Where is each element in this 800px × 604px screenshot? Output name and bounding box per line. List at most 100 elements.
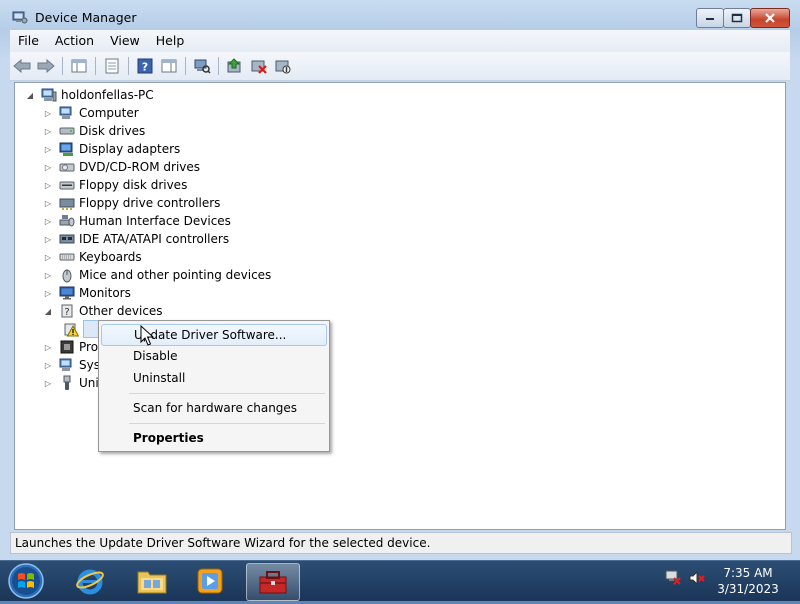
computer-icon: [41, 88, 57, 102]
tree-item-disk-drives[interactable]: ▷ Disk drives: [43, 122, 145, 140]
toolbar-separator: [185, 57, 186, 75]
scan-hardware-button[interactable]: [192, 56, 212, 76]
taskbar-media-player[interactable]: [184, 563, 236, 599]
expand-arrow-icon[interactable]: ▷: [43, 234, 53, 244]
tree-item-monitors[interactable]: ▷ Monitors: [43, 284, 131, 302]
expand-arrow-icon[interactable]: ▷: [43, 288, 53, 298]
close-icon: [765, 13, 775, 23]
tree-item-label: Human Interface Devices: [79, 214, 231, 228]
uninstall-button[interactable]: [249, 56, 269, 76]
expand-arrow-icon[interactable]: ▷: [43, 342, 53, 352]
expand-arrow-icon[interactable]: ▷: [43, 378, 53, 388]
tree-item-floppy-disk-drives[interactable]: ▷ Floppy disk drives: [43, 176, 187, 194]
ctx-separator: [129, 423, 325, 424]
expand-arrow-icon[interactable]: ▷: [43, 198, 53, 208]
tree-item-floppy-drive-controllers[interactable]: ▷ Floppy drive controllers: [43, 194, 220, 212]
taskbar-device-manager[interactable]: [246, 563, 300, 601]
unknown-device-icon: ?: [61, 304, 73, 318]
network-warning-icon[interactable]: [664, 569, 682, 587]
ctx-properties[interactable]: Properties: [101, 427, 325, 449]
forward-button[interactable]: [36, 56, 56, 76]
title-bar[interactable]: Device Manager: [0, 0, 800, 34]
menu-file[interactable]: File: [10, 31, 47, 51]
status-bar: Launches the Update Driver Software Wiza…: [10, 532, 792, 554]
tree-item-processors[interactable]: ▷ Proc: [43, 338, 105, 356]
close-button[interactable]: [750, 8, 790, 28]
action-pane-button[interactable]: [159, 56, 179, 76]
display-adapter-icon: [59, 142, 73, 156]
tree-root[interactable]: ◢ holdonfellas-PC: [25, 86, 154, 104]
collapse-arrow-icon[interactable]: ◢: [43, 306, 53, 316]
volume-muted-icon[interactable]: [688, 569, 706, 587]
tree-item-mice[interactable]: ▷ Mice and other pointing devices: [43, 266, 271, 284]
expand-arrow-icon[interactable]: ▷: [43, 216, 53, 226]
ctx-label: Disable: [133, 349, 178, 363]
expand-arrow-icon[interactable]: ▷: [43, 270, 53, 280]
ctx-disable[interactable]: Disable: [101, 345, 325, 367]
media-player-icon: [197, 568, 223, 594]
back-button[interactable]: [12, 56, 32, 76]
expand-arrow-icon[interactable]: ▷: [43, 180, 53, 190]
tree-item-dvd-cd-rom-drives[interactable]: ▷ DVD/CD-ROM drives: [43, 158, 200, 176]
toolbar: ?: [10, 52, 790, 81]
update-driver-icon: [227, 58, 241, 73]
disable-button[interactable]: [273, 56, 293, 76]
device-tree-pane[interactable]: ◢ holdonfellas-PC ▷ Computer ▷ Disk driv…: [14, 82, 786, 530]
taskbar: 7:35 AM 3/31/2023: [0, 560, 800, 601]
help-toolbar-button[interactable]: ?: [135, 56, 155, 76]
tree-item-human-interface-devices[interactable]: ▷ Human Interface Devices: [43, 212, 231, 230]
tree-item-usb-controllers[interactable]: ▷ Univ: [43, 374, 106, 392]
show-hide-console-tree-button[interactable]: [69, 56, 89, 76]
expand-arrow-icon[interactable]: ▷: [43, 126, 53, 136]
tree-item-label: Floppy drive controllers: [79, 196, 221, 210]
mouse-icon: [62, 269, 72, 283]
menu-view[interactable]: View: [102, 31, 148, 51]
monitor-icon: [59, 286, 75, 300]
ctx-uninstall[interactable]: Uninstall: [101, 367, 325, 389]
tree-item-keyboards[interactable]: ▷ Keyboards: [43, 248, 142, 266]
tree-item-other-devices[interactable]: ◢ ? Other devices: [43, 302, 163, 320]
menu-action[interactable]: Action: [47, 31, 102, 51]
collapse-arrow-icon[interactable]: ◢: [25, 90, 35, 100]
ctx-scan-hardware[interactable]: Scan for hardware changes: [101, 397, 325, 419]
system-tray: [664, 569, 706, 587]
expand-arrow-icon[interactable]: ▷: [43, 108, 53, 118]
minimize-button[interactable]: [696, 8, 724, 28]
tree-item-system-devices[interactable]: ▷ Syst: [43, 356, 105, 374]
ctx-update-driver-software[interactable]: Update Driver Software...: [101, 324, 327, 346]
tree-item-label: Disk drives: [79, 124, 146, 138]
scan-hardware-icon: [194, 59, 211, 74]
update-driver-button[interactable]: [225, 56, 245, 76]
warning-device-icon: [64, 323, 79, 337]
tree-root-label: holdonfellas-PC: [61, 88, 154, 102]
clock-time: 7:35 AM: [723, 566, 773, 580]
expand-arrow-icon[interactable]: ▷: [43, 360, 53, 370]
maximize-button[interactable]: [723, 8, 751, 28]
clock-date: 3/31/2023: [717, 582, 779, 596]
clock[interactable]: 7:35 AM 3/31/2023: [706, 565, 790, 597]
floppy-controller-icon: [59, 198, 75, 210]
hid-icon: [59, 215, 75, 227]
folder-icon: [137, 571, 167, 594]
console-tree-icon: [71, 59, 87, 73]
maximize-icon: [731, 13, 743, 23]
expand-arrow-icon[interactable]: ▷: [43, 162, 53, 172]
tree-item-label: Monitors: [79, 286, 131, 300]
tree-item-ide-ata-atapi-controllers[interactable]: ▷ IDE ATA/ATAPI controllers: [43, 230, 229, 248]
properties-toolbar-button[interactable]: [102, 56, 122, 76]
windows-orb-icon: [8, 563, 44, 599]
menu-bar: File Action View Help: [10, 30, 790, 52]
toolbar-separator: [62, 57, 63, 75]
tree-item-display-adapters[interactable]: ▷ Display adapters: [43, 140, 180, 158]
device-manager-window: Device Manager File Action View Help ? ◢…: [0, 0, 800, 560]
tree-item-label: IDE ATA/ATAPI controllers: [79, 232, 230, 246]
taskbar-windows-explorer[interactable]: [126, 563, 178, 599]
expand-arrow-icon[interactable]: ▷: [43, 252, 53, 262]
action-pane-icon: [161, 59, 177, 73]
expand-arrow-icon[interactable]: ▷: [43, 144, 53, 154]
tree-item-computer[interactable]: ▷ Computer: [43, 104, 139, 122]
start-button[interactable]: [6, 561, 46, 601]
menu-help[interactable]: Help: [148, 31, 193, 51]
tree-item-label: Keyboards: [79, 250, 142, 264]
taskbar-internet-explorer[interactable]: [64, 563, 116, 599]
